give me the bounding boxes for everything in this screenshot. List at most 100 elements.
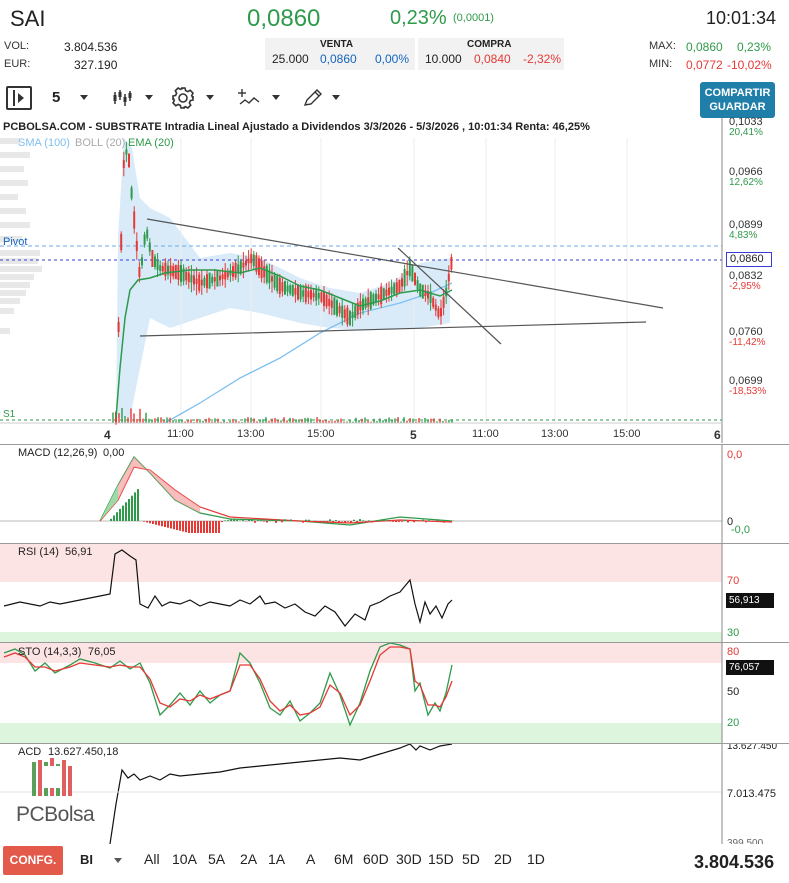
indicators-chevron-icon[interactable]: [272, 95, 280, 100]
mode-chevron-icon[interactable]: [114, 858, 122, 863]
price-tick-pct: 20,41%: [729, 127, 763, 138]
candle-body: [333, 297, 336, 315]
macd-hist-bar: [428, 520, 430, 521]
candle-body: [315, 290, 318, 301]
candle-body: [310, 289, 312, 300]
volume-bar: [424, 417, 426, 423]
range-10a-button[interactable]: 10A: [172, 851, 197, 867]
macd-hist-bar: [317, 521, 319, 523]
time-tick: 4: [104, 428, 111, 442]
candle-body: [450, 256, 453, 270]
share-label: COMPARTIR: [704, 87, 771, 99]
volume-bar: [271, 418, 273, 423]
volume-bar: [259, 419, 261, 423]
macd-hist-bar: [398, 521, 400, 522]
vol-value: 3.804.536: [64, 40, 118, 54]
volume-bar: [196, 418, 198, 423]
price-chart[interactable]: [0, 118, 789, 443]
volume-bar: [157, 417, 159, 423]
candle-body: [180, 265, 182, 282]
macd-hist-bar: [404, 519, 406, 521]
macd-hist-bar: [146, 521, 148, 523]
range-15d-button[interactable]: 15D: [428, 851, 454, 867]
macd-hist-bar: [296, 521, 298, 522]
macd-hist-bar: [359, 519, 361, 521]
price-tick-pct: 12,62%: [729, 177, 763, 188]
macd-hist-bar: [269, 519, 271, 521]
candle-body: [234, 262, 237, 278]
macd-hist-bar: [377, 520, 379, 521]
interval-select[interactable]: 5: [52, 89, 60, 106]
range-2d-button[interactable]: 2D: [494, 851, 512, 867]
candle-body: [200, 279, 203, 286]
compra-label: COMPRA: [467, 39, 512, 50]
volume-bar: [340, 418, 342, 423]
boll-legend: BOLL (20): [75, 137, 126, 149]
volume-bar: [451, 419, 453, 423]
candle-body: [151, 250, 154, 267]
macd-chart: [0, 445, 723, 543]
range-30d-button[interactable]: 30D: [396, 851, 422, 867]
sidebar-toggle-icon[interactable]: [6, 86, 32, 110]
macd-axis-top: 0,0: [727, 449, 743, 461]
draw-chevron-icon[interactable]: [332, 95, 340, 100]
range-5a-button[interactable]: 5A: [208, 851, 225, 867]
volume-bar: [217, 418, 219, 423]
candle-body: [411, 264, 414, 282]
settings-chevron-icon[interactable]: [206, 95, 214, 100]
volume-bar: [385, 419, 387, 423]
candle-body: [224, 271, 227, 280]
candle-body: [442, 296, 445, 308]
range-5d-button[interactable]: 5D: [462, 851, 480, 867]
macd-hist-bar: [263, 521, 265, 522]
volume-bar: [427, 419, 429, 423]
macd-hist-bar: [167, 521, 169, 528]
gear-icon[interactable]: [171, 86, 195, 110]
macd-hist-bar: [353, 519, 355, 521]
macd-hist-bar: [440, 521, 442, 523]
volume-bar: [253, 418, 255, 423]
range-all-button[interactable]: All: [144, 851, 160, 867]
max-pct: 0,23%: [737, 40, 772, 54]
candles-chevron-icon[interactable]: [145, 95, 153, 100]
candle-body: [193, 275, 195, 285]
range-60d-button[interactable]: 60D: [363, 851, 389, 867]
candle-body: [161, 266, 164, 272]
pencil-icon[interactable]: [302, 88, 324, 108]
range-6m-button[interactable]: 6M: [334, 851, 353, 867]
range-2a-button[interactable]: 2A: [240, 851, 257, 867]
time-tick: 13:00: [541, 428, 569, 440]
volume-bar: [310, 418, 312, 423]
sto-chart: [0, 643, 723, 743]
range-1a-button[interactable]: 1A: [268, 851, 285, 867]
candle-body: [406, 271, 409, 276]
volume-bar: [283, 417, 285, 423]
macd-hist-bar: [284, 519, 286, 521]
indicators-icon[interactable]: [238, 88, 260, 108]
macd-hist-bar: [407, 521, 409, 523]
candle-body: [408, 260, 411, 277]
macd-hist-bar: [326, 521, 328, 522]
volume-bar: [412, 418, 414, 423]
venta-label: VENTA: [320, 39, 354, 50]
candle-body: [291, 284, 294, 297]
mode-select[interactable]: BI: [80, 852, 93, 867]
candles-icon[interactable]: [112, 88, 134, 108]
volume-bar: [361, 418, 363, 423]
config-button[interactable]: CONFG.: [3, 846, 63, 875]
range-a-button[interactable]: A: [306, 851, 315, 867]
interval-chevron-icon[interactable]: [80, 95, 88, 100]
volume-bar: [154, 418, 156, 423]
compra-qty: 10.000: [425, 52, 462, 66]
macd-hist-bar: [173, 521, 175, 530]
rsi-chart: [0, 544, 723, 642]
footer-volume: 3.804.536: [694, 852, 775, 872]
share-save-button[interactable]: COMPARTIR GUARDAR: [700, 82, 775, 118]
macd-hist-bar: [392, 521, 394, 522]
sto-value-tag: 76,057: [726, 660, 774, 675]
range-1d-button[interactable]: 1D: [527, 851, 545, 867]
max-price: 0,0860: [686, 40, 723, 54]
macd-hist-bar: [221, 521, 223, 523]
price-tick-pct: -2,95%: [729, 281, 761, 292]
macd-hist-bar: [224, 520, 226, 521]
